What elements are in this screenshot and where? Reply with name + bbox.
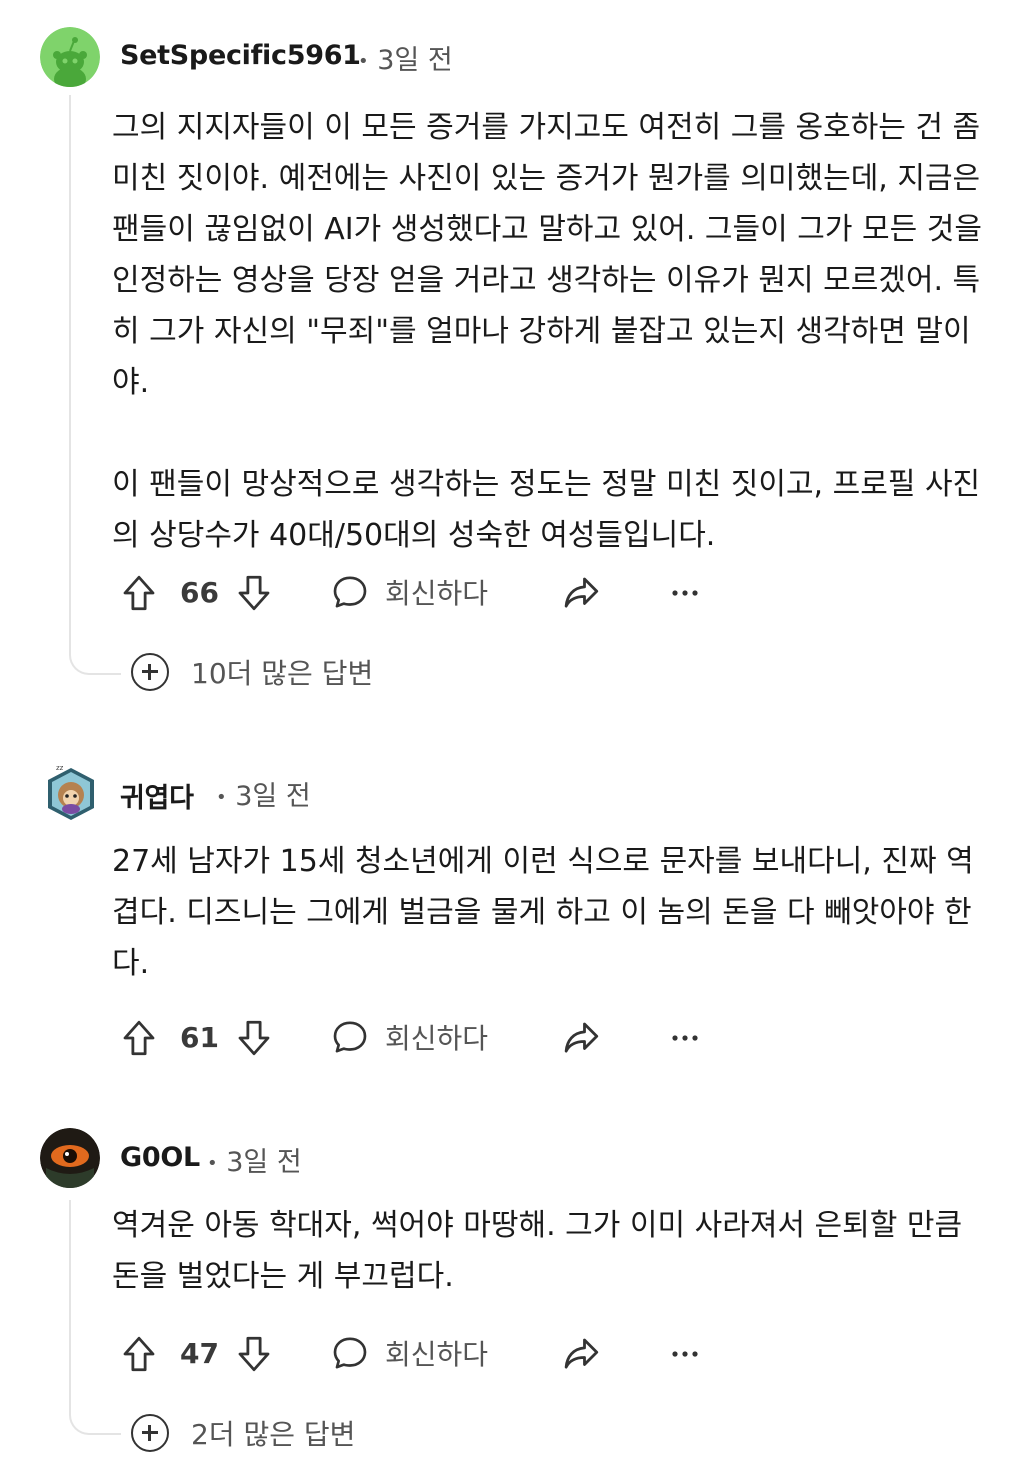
svg-text:zz: zz	[56, 764, 64, 772]
username[interactable]: G0OL	[120, 1142, 200, 1173]
reply-label: 회신하다	[385, 1022, 489, 1055]
comment-bubble-icon	[333, 576, 367, 608]
thread-curve	[69, 628, 121, 675]
avatar[interactable]	[40, 27, 100, 87]
share-button[interactable]	[560, 1333, 602, 1375]
plus-circle-icon	[131, 1414, 169, 1452]
share-button[interactable]	[560, 572, 602, 614]
reply-button[interactable]: 회신하다	[330, 1333, 488, 1373]
comment-paragraph: 그의 지지자들이 이 모든 증거를 가지고도 여전히 그를 옹호하는 건 좀 미…	[112, 110, 982, 400]
upvote-icon	[123, 1020, 155, 1056]
more-replies-label: 2더 많은 답변	[191, 1418, 356, 1451]
share-icon	[564, 1022, 599, 1053]
comment-paragraph: 이 팬들이 망상적으로 생각하는 정도는 정말 미친 짓이고, 프로필 사진의 …	[112, 467, 981, 553]
plus-circle-icon	[131, 653, 169, 691]
comment-body: 그의 지지자들이 이 모든 증거를 가지고도 여전히 그를 옹호하는 건 좀 미…	[112, 102, 992, 561]
comment-bubble-icon	[333, 1337, 367, 1369]
thread-curve	[69, 1388, 121, 1435]
downvote-button[interactable]	[233, 1333, 275, 1375]
more-horizontal-icon	[672, 1035, 698, 1041]
meta-separator: •	[207, 1153, 218, 1174]
downvote-icon	[238, 1020, 270, 1056]
eye-avatar-icon	[40, 1128, 100, 1188]
vote-count: 47	[180, 1337, 219, 1370]
character-avatar-icon: zz	[48, 764, 94, 820]
username[interactable]: SetSpecific5961	[120, 40, 361, 71]
more-horizontal-icon	[672, 590, 698, 596]
comment-paragraph: 27세 남자가 15세 청소년에게 이런 식으로 문자를 보내다니, 진짜 역겹…	[112, 844, 974, 981]
more-replies-label: 10더 많은 답변	[191, 657, 374, 690]
share-icon	[564, 577, 599, 608]
snoo-avatar-icon	[40, 27, 100, 87]
vote-count: 61	[180, 1021, 219, 1054]
more-options-button[interactable]	[670, 1341, 700, 1367]
timestamp: 3일 전	[235, 781, 311, 812]
thread-line	[69, 95, 71, 630]
upvote-icon	[123, 575, 155, 611]
upvote-button[interactable]	[118, 1017, 160, 1059]
share-button[interactable]	[560, 1017, 602, 1059]
more-replies-button[interactable]: 10더 많은 답변	[131, 652, 373, 692]
comment-body: 역겨운 아동 학대자, 썩어야 마땅해. 그가 이미 사라져서 은퇴할 만큼 돈…	[112, 1200, 992, 1302]
upvote-button[interactable]	[118, 572, 160, 614]
meta-separator: •	[358, 51, 369, 72]
meta-separator: •	[216, 787, 227, 808]
timestamp: 3일 전	[226, 1147, 302, 1178]
comment-meta: • 3일 전	[216, 774, 311, 813]
downvote-icon	[238, 575, 270, 611]
comment-bubble-icon	[333, 1021, 367, 1053]
avatar[interactable]: zz	[42, 762, 100, 824]
comment-paragraph: 역겨운 아동 학대자, 썩어야 마땅해. 그가 이미 사라져서 은퇴할 만큼 돈…	[112, 1208, 963, 1294]
avatar[interactable]	[40, 1128, 100, 1188]
upvote-button[interactable]	[118, 1333, 160, 1375]
reply-button[interactable]: 회신하다	[330, 1017, 488, 1057]
vote-count: 66	[180, 576, 219, 609]
comment-meta: • 3일 전	[207, 1140, 302, 1179]
comment-meta: • 3일 전	[358, 38, 453, 77]
reply-label: 회신하다	[385, 577, 489, 610]
reply-button[interactable]: 회신하다	[330, 572, 488, 612]
username[interactable]: 귀엽다	[120, 776, 194, 815]
share-icon	[564, 1338, 599, 1369]
downvote-icon	[238, 1336, 270, 1372]
more-options-button[interactable]	[670, 580, 700, 606]
thread-line	[69, 1200, 71, 1390]
comment-body: 27세 남자가 15세 청소년에게 이런 식으로 문자를 보내다니, 진짜 역겹…	[112, 836, 992, 989]
more-horizontal-icon	[672, 1351, 698, 1357]
more-replies-button[interactable]: 2더 많은 답변	[131, 1413, 355, 1453]
more-options-button[interactable]	[670, 1025, 700, 1051]
downvote-button[interactable]	[233, 1017, 275, 1059]
upvote-icon	[123, 1336, 155, 1372]
reply-label: 회신하다	[385, 1338, 489, 1371]
timestamp: 3일 전	[377, 45, 453, 76]
downvote-button[interactable]	[233, 572, 275, 614]
